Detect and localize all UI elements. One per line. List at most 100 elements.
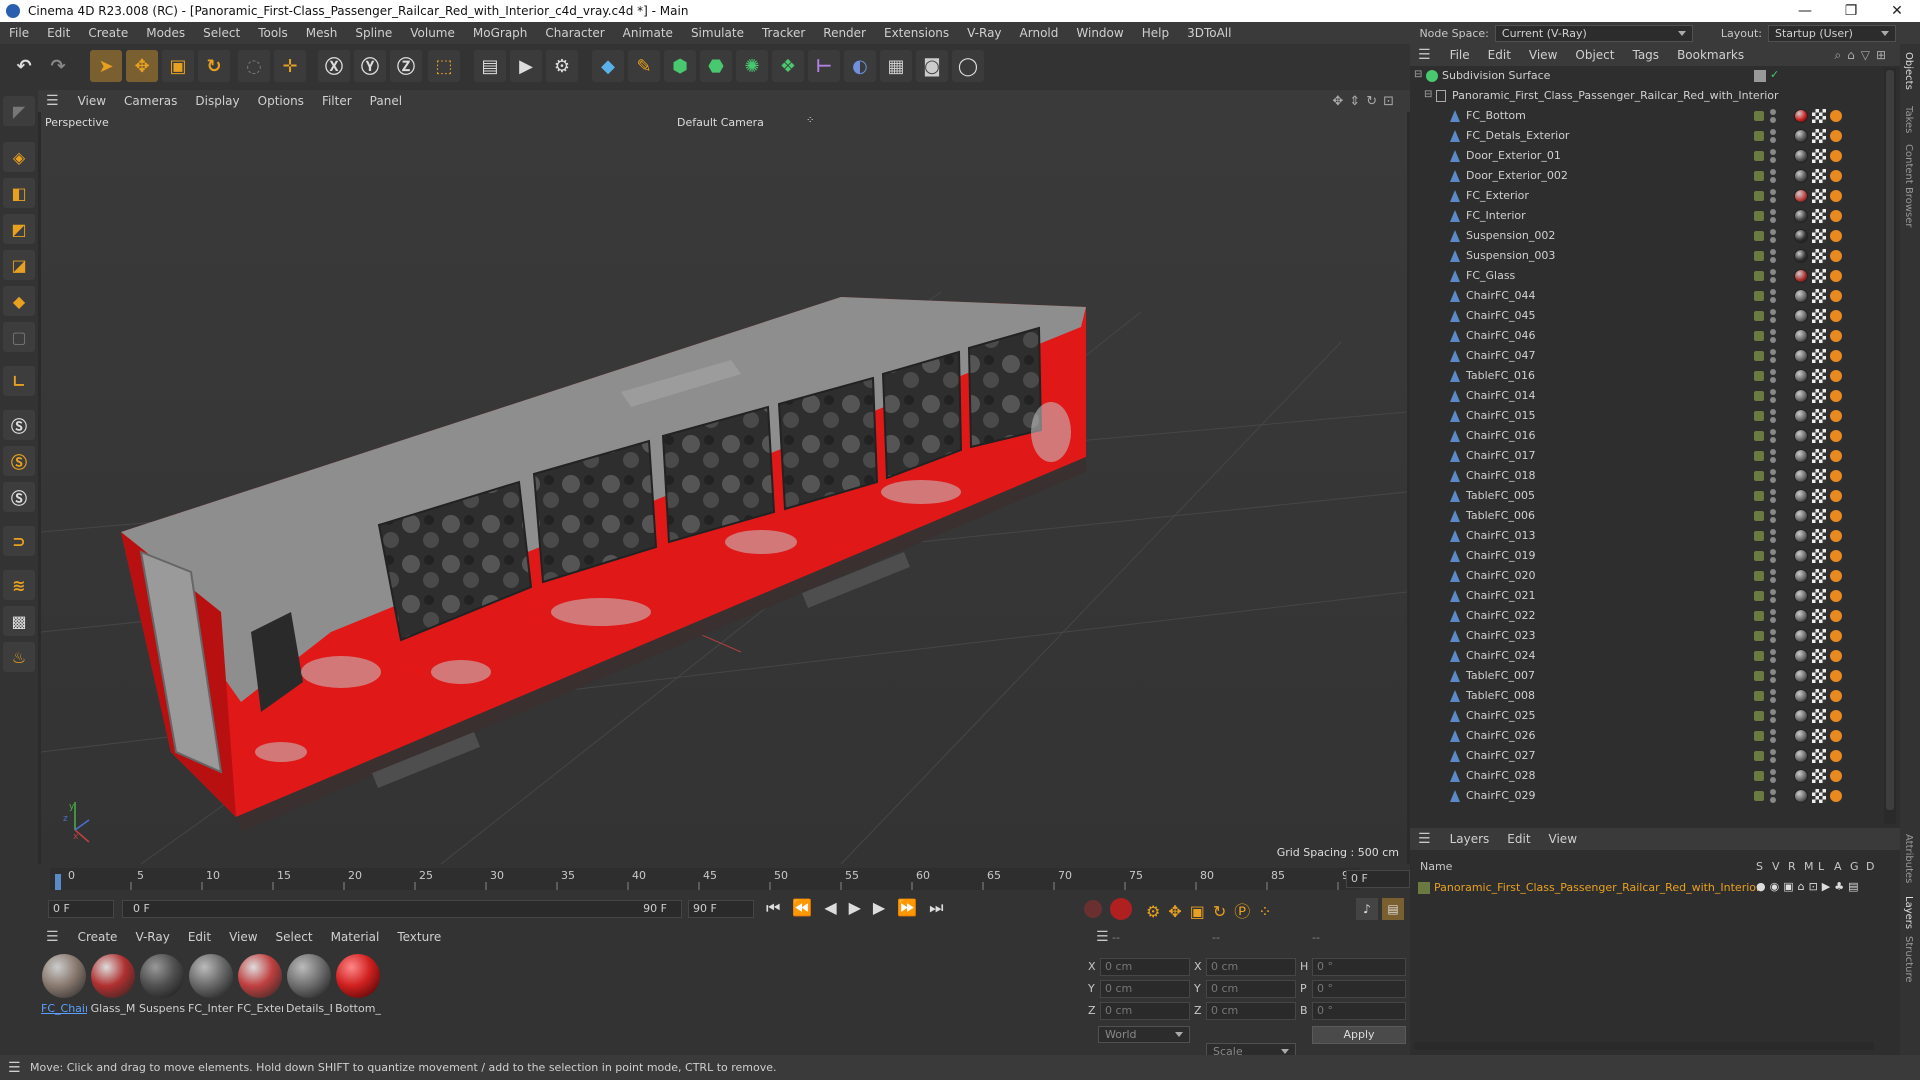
layer-color-icon[interactable] <box>1754 711 1764 721</box>
coordinate-system-icon[interactable]: ⬚ <box>428 50 460 82</box>
layer-color-icon[interactable] <box>1754 291 1764 301</box>
uvw-tag-icon[interactable] <box>1812 269 1826 283</box>
editor-visibility-icon[interactable] <box>1770 549 1776 555</box>
object-mode-icon[interactable]: ◈ <box>3 142 35 172</box>
vray-tag-icon[interactable] <box>1830 450 1842 462</box>
mat-menu-edit[interactable]: Edit <box>179 930 220 944</box>
material-tag-icon[interactable] <box>1794 489 1808 503</box>
side-tab-attributes[interactable]: Attributes <box>1903 834 1914 883</box>
tree-row-object[interactable]: ChairFC_045 <box>1410 306 1882 326</box>
tree-row-object[interactable]: ChairFC_047 <box>1410 346 1882 366</box>
uv-mode-icon[interactable]: ▢ <box>3 322 35 352</box>
layer-menu-layers[interactable]: Layers <box>1441 832 1499 846</box>
uvw-tag-icon[interactable] <box>1812 449 1826 463</box>
vray-tag-icon[interactable] <box>1830 350 1842 362</box>
light-icon[interactable]: ◯ <box>952 50 984 82</box>
menu-create[interactable]: Create <box>79 26 137 40</box>
rotate-tool-icon[interactable]: ↻ <box>198 50 230 82</box>
material-label[interactable]: Suspens <box>139 1002 185 1015</box>
tree-row-object[interactable]: ChairFC_013 <box>1410 526 1882 546</box>
uvw-tag-icon[interactable] <box>1812 209 1826 223</box>
polygons-mode-icon[interactable]: ◆ <box>3 286 35 316</box>
viewport-menu-filter[interactable]: Filter <box>313 94 361 108</box>
vray-tag-icon[interactable] <box>1830 650 1842 662</box>
end-frame-field[interactable]: 90 F <box>688 900 754 918</box>
magnet-icon[interactable]: ⊃ <box>3 526 35 556</box>
editor-visibility-icon[interactable] <box>1770 169 1776 175</box>
editor-visibility-icon[interactable] <box>1770 709 1776 715</box>
obj-menu-object[interactable]: Object <box>1566 48 1623 62</box>
render-visibility-icon[interactable] <box>1770 237 1776 243</box>
material-tag-icon[interactable] <box>1794 249 1808 263</box>
tree-row-object[interactable]: ChairFC_014 <box>1410 386 1882 406</box>
layer-color-icon[interactable] <box>1754 591 1764 601</box>
material-swatch[interactable] <box>140 954 184 998</box>
side-tab-content-browser[interactable]: Content Browser <box>1903 144 1914 227</box>
menu-window[interactable]: Window <box>1067 26 1132 40</box>
status-hamburger-icon[interactable]: ☰ <box>8 1060 21 1076</box>
mograph-cloner-icon[interactable]: ✺ <box>736 50 768 82</box>
points-mode-icon[interactable]: ◩ <box>3 214 35 244</box>
field-icon[interactable]: ⊢ <box>808 50 840 82</box>
tree-row-object[interactable]: Door_Exterior_002 <box>1410 166 1882 186</box>
layout-dropdown[interactable]: Startup (User) <box>1768 24 1896 42</box>
material-tag-icon[interactable] <box>1794 409 1808 423</box>
obj-menu-view[interactable]: View <box>1520 48 1566 62</box>
layer-row[interactable]: Panoramic_First_Class_Passenger_Railcar_… <box>1410 878 1900 898</box>
vray-tag-icon[interactable] <box>1830 710 1842 722</box>
material-tag-icon[interactable] <box>1794 269 1808 283</box>
render-visibility-icon[interactable] <box>1770 197 1776 203</box>
viewport-hamburger-icon[interactable]: ☰ <box>46 93 59 109</box>
material-label[interactable]: Bottom_ <box>335 1002 381 1015</box>
tree-row-group[interactable]: ⊟ Panoramic_First_Class_Passenger_Railca… <box>1410 86 1882 106</box>
vray-tag-icon[interactable] <box>1830 610 1842 622</box>
side-tab-layers[interactable]: Layers <box>1903 896 1914 929</box>
position-x-field[interactable]: 0 cm <box>1100 958 1190 976</box>
vray-tag-icon[interactable] <box>1830 430 1842 442</box>
uvw-tag-icon[interactable] <box>1812 169 1826 183</box>
editor-visibility-icon[interactable] <box>1770 409 1776 415</box>
mat-menu-create[interactable]: Create <box>69 930 127 944</box>
snap-icon[interactable]: Ⓢ <box>3 410 35 440</box>
material-tag-icon[interactable] <box>1794 669 1808 683</box>
material-tag-icon[interactable] <box>1794 289 1808 303</box>
layer-color-icon[interactable] <box>1754 451 1764 461</box>
editor-visibility-icon[interactable] <box>1770 209 1776 215</box>
tree-row-object[interactable]: ChairFC_016 <box>1410 426 1882 446</box>
render-visibility-icon[interactable] <box>1770 437 1776 443</box>
uvw-tag-icon[interactable] <box>1812 749 1826 763</box>
layer-hamburger-icon[interactable]: ☰ <box>1418 831 1431 847</box>
uvw-tag-icon[interactable] <box>1812 709 1826 723</box>
apply-button[interactable]: Apply <box>1312 1026 1406 1044</box>
menu-mesh[interactable]: Mesh <box>297 26 347 40</box>
viewport-camera-label[interactable]: Default Camera <box>677 116 764 129</box>
uvw-tag-icon[interactable] <box>1812 329 1826 343</box>
menu-character[interactable]: Character <box>536 26 613 40</box>
editor-visibility-icon[interactable] <box>1770 649 1776 655</box>
material-tag-icon[interactable] <box>1794 769 1808 783</box>
material-tag-icon[interactable] <box>1794 709 1808 723</box>
vray-tag-icon[interactable] <box>1830 470 1842 482</box>
render-visibility-icon[interactable] <box>1770 137 1776 143</box>
layer-color-icon[interactable] <box>1754 571 1764 581</box>
floor-icon[interactable]: ▦ <box>880 50 912 82</box>
mat-menu-view[interactable]: View <box>220 930 266 944</box>
material-tag-icon[interactable] <box>1794 689 1808 703</box>
size-z-field[interactable]: 0 cm <box>1206 1002 1296 1020</box>
editor-visibility-icon[interactable] <box>1770 509 1776 515</box>
material-tag-icon[interactable] <box>1794 369 1808 383</box>
layer-color-icon[interactable] <box>1754 411 1764 421</box>
render-visibility-icon[interactable] <box>1770 737 1776 743</box>
vray-tag-icon[interactable] <box>1830 110 1842 122</box>
camera-icon[interactable]: ◙ <box>916 50 948 82</box>
material-swatch[interactable] <box>336 954 380 998</box>
layer-color-icon[interactable] <box>1754 251 1764 261</box>
editor-visibility-icon[interactable] <box>1770 669 1776 675</box>
editor-visibility-icon[interactable] <box>1770 329 1776 335</box>
layer-color-icon[interactable] <box>1754 671 1764 681</box>
layer-color-icon[interactable] <box>1754 751 1764 761</box>
render-visibility-icon[interactable] <box>1770 277 1776 283</box>
uvw-tag-icon[interactable] <box>1812 409 1826 423</box>
viewport-menu-view[interactable]: View <box>69 94 115 108</box>
uvw-tag-icon[interactable] <box>1812 529 1826 543</box>
